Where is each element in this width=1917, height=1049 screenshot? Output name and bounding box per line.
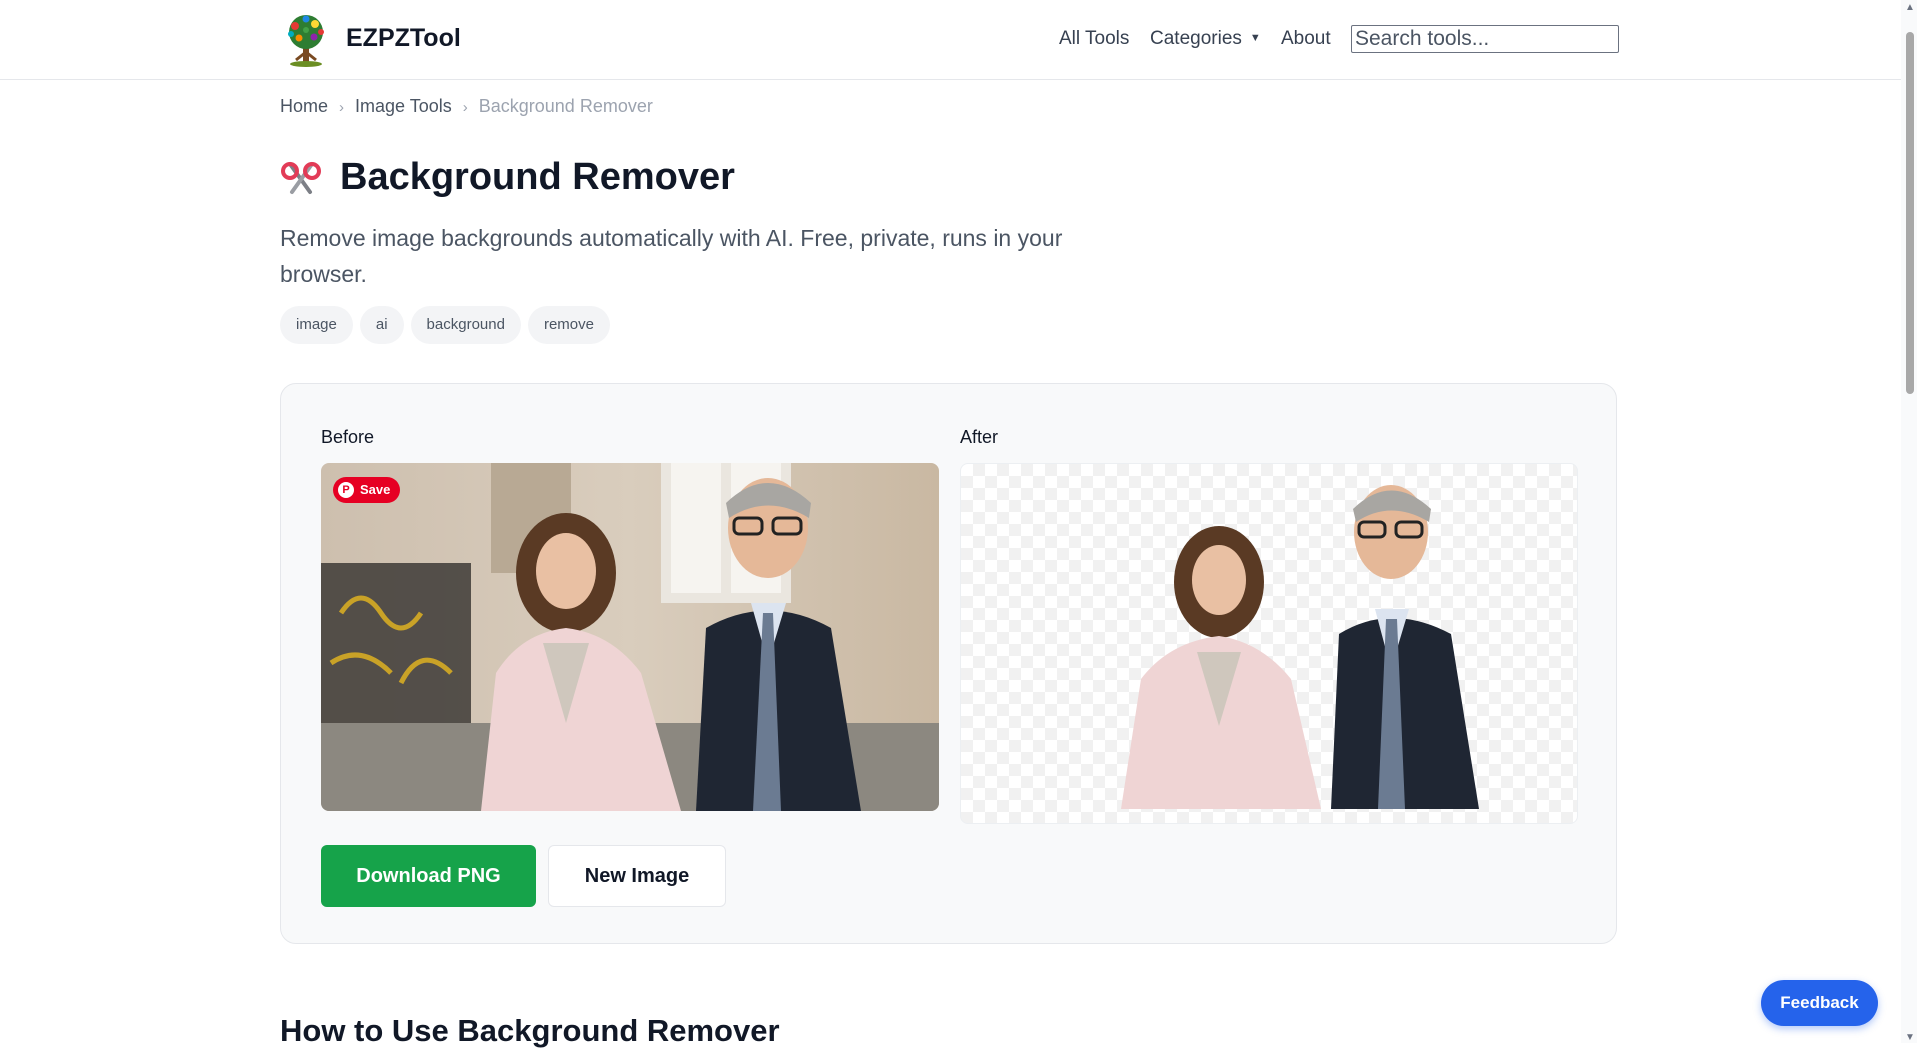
tag-list: image ai background remove bbox=[280, 306, 617, 344]
scroll-thumb[interactable] bbox=[1906, 32, 1914, 394]
save-label: Save bbox=[360, 482, 391, 497]
breadcrumb-current: Background Remover bbox=[478, 96, 653, 116]
howto-heading: How to Use Background Remover bbox=[280, 1013, 780, 1048]
nav-all-tools[interactable]: All Tools bbox=[1059, 28, 1129, 50]
scroll-down-icon[interactable]: ▼ bbox=[1905, 1032, 1915, 1043]
site-header: EZPZTool All Tools Categories ▼ About bbox=[0, 0, 1901, 80]
before-label: Before bbox=[321, 427, 375, 447]
tree-logo-icon[interactable] bbox=[280, 12, 332, 68]
after-photo bbox=[1121, 485, 1479, 809]
tag-image[interactable]: image bbox=[280, 306, 353, 344]
nav-categories-label: Categories bbox=[1150, 28, 1242, 49]
feedback-button[interactable]: Feedback bbox=[1761, 980, 1878, 1026]
before-photo bbox=[321, 463, 939, 811]
tag-ai[interactable]: ai bbox=[359, 306, 404, 344]
page-scrollbar[interactable]: ▲ ▼ bbox=[1901, 0, 1917, 1043]
pinterest-save-button[interactable]: P Save bbox=[333, 477, 401, 503]
nav-categories[interactable]: Categories ▼ bbox=[1150, 28, 1261, 50]
after-label: After bbox=[960, 427, 999, 447]
page-description: Remove image backgrounds automatically w… bbox=[280, 225, 1063, 287]
page-title: Background Remover bbox=[340, 156, 735, 198]
pinterest-icon: P bbox=[338, 482, 354, 498]
breadcrumb-image-tools[interactable]: Image Tools bbox=[355, 96, 452, 116]
chevron-right-icon: › bbox=[462, 99, 468, 116]
caret-down-icon: ▼ bbox=[1249, 32, 1261, 44]
new-image-button[interactable]: New Image bbox=[548, 845, 726, 907]
tag-background[interactable]: background bbox=[410, 306, 521, 344]
scissors-icon bbox=[281, 162, 321, 194]
download-png-button[interactable]: Download PNG bbox=[321, 845, 536, 907]
tag-remove[interactable]: remove bbox=[527, 306, 610, 344]
brand-name[interactable]: EZPZTool bbox=[346, 24, 461, 53]
tool-card: Before After P Save Download PNG New Ima… bbox=[280, 383, 1617, 944]
nav-about[interactable]: About bbox=[1281, 28, 1331, 50]
scroll-up-icon[interactable]: ▲ bbox=[1905, 2, 1915, 13]
breadcrumb-home[interactable]: Home bbox=[280, 96, 328, 116]
chevron-right-icon: › bbox=[339, 99, 345, 116]
before-image: P Save bbox=[321, 463, 939, 811]
after-image bbox=[960, 463, 1578, 824]
search-input[interactable] bbox=[1351, 25, 1619, 53]
breadcrumb: Home › Image Tools › Background Remover bbox=[280, 96, 653, 117]
